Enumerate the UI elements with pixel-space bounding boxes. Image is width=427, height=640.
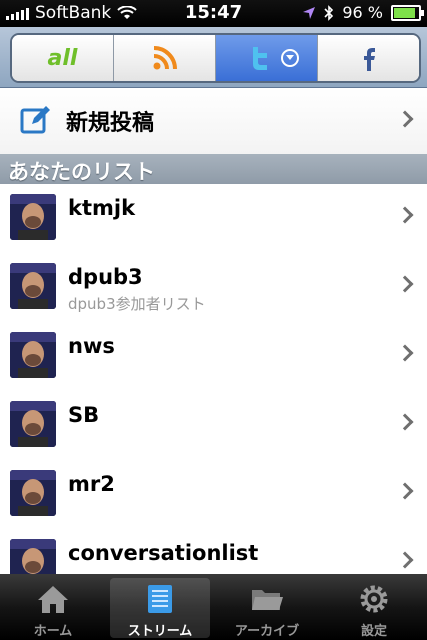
list-item[interactable]: SB	[0, 391, 427, 461]
rss-icon	[153, 46, 177, 70]
avatar	[10, 194, 56, 240]
tab-bar: ホーム ストリーム アーカイブ 設定	[0, 574, 427, 640]
tab-label: ストリーム	[127, 624, 193, 639]
tab-archive[interactable]: アーカイブ	[217, 578, 317, 639]
chevron-right-icon	[396, 275, 414, 293]
new-post-row[interactable]: 新規投稿	[0, 88, 427, 155]
list-name: mr2	[68, 472, 115, 496]
bluetooth-icon	[324, 4, 334, 21]
list-item[interactable]: ktmjk	[0, 184, 427, 254]
tab-settings[interactable]: 設定	[324, 578, 424, 639]
new-post-label: 新規投稿	[66, 111, 155, 136]
all-icon: all	[47, 45, 78, 71]
segment-all[interactable]: all	[12, 35, 114, 81]
chevron-right-icon	[396, 413, 414, 431]
list-name: SB	[68, 403, 100, 427]
gear-icon	[360, 585, 388, 613]
tab-label: 設定	[360, 624, 387, 639]
chevron-right-icon	[396, 206, 414, 224]
avatar	[10, 401, 56, 447]
chevron-right-icon	[396, 482, 414, 500]
header-bar: all	[0, 27, 427, 88]
section-title: あなたのリスト	[8, 160, 155, 184]
tab-stream[interactable]: ストリーム	[110, 578, 210, 639]
list-name: ktmjk	[68, 196, 136, 220]
source-segmented-control: all	[10, 33, 421, 83]
twitter-icon	[252, 47, 267, 70]
section-header: あなたのリスト	[0, 154, 427, 184]
tab-home[interactable]: ホーム	[3, 578, 103, 639]
location-icon	[303, 6, 316, 19]
battery-icon	[391, 4, 424, 21]
tab-label: アーカイブ	[234, 624, 300, 639]
list-item[interactable]: conversationlist	[0, 529, 427, 574]
list-table: ktmjk dpub3 dpub3参加者リスト nws SB mr2 conve…	[0, 184, 427, 574]
chevron-right-icon	[396, 110, 414, 128]
list-name: nws	[68, 334, 115, 358]
compose-icon	[20, 106, 50, 134]
list-description: dpub3参加者リスト	[68, 295, 206, 313]
folder-icon	[252, 590, 283, 610]
chevron-right-icon	[396, 551, 414, 569]
list-item[interactable]: mr2	[0, 460, 427, 530]
avatar	[10, 263, 56, 309]
tab-label: ホーム	[33, 624, 73, 639]
battery-percent: 96 %	[342, 3, 383, 22]
dropdown-icon[interactable]	[281, 49, 299, 67]
status-bar: SoftBank 15:47 96 %	[0, 0, 427, 27]
list-item[interactable]: nws	[0, 322, 427, 392]
avatar	[10, 332, 56, 378]
avatar	[10, 539, 56, 574]
segment-twitter[interactable]	[216, 35, 318, 81]
segment-facebook[interactable]	[318, 35, 419, 81]
list-name: conversationlist	[68, 541, 259, 565]
list-item[interactable]: dpub3 dpub3参加者リスト	[0, 253, 427, 323]
home-icon	[38, 586, 68, 613]
facebook-icon	[363, 48, 375, 71]
segment-rss[interactable]	[114, 35, 216, 81]
chevron-right-icon	[396, 344, 414, 362]
list-name: dpub3	[68, 265, 143, 289]
avatar	[10, 470, 56, 516]
stream-icon	[148, 585, 172, 613]
